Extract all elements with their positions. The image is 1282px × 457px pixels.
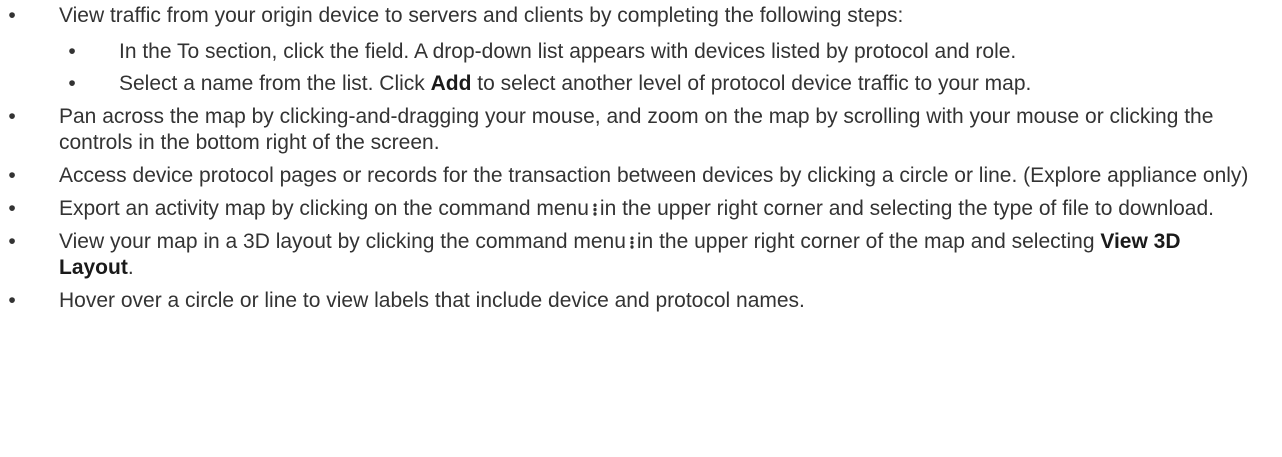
list-item-text: View traffic from your origin device to … bbox=[59, 4, 904, 27]
bullet-icon: • bbox=[68, 72, 76, 95]
bullet-icon: • bbox=[8, 289, 16, 312]
add-label: Add bbox=[430, 72, 472, 95]
list-item-text: View your map in a 3D layout by clicking… bbox=[59, 230, 626, 253]
bullet-icon: • bbox=[8, 230, 16, 253]
bullet-icon: • bbox=[8, 105, 16, 128]
list-item: • Hover over a circle or line to view la… bbox=[8, 288, 1249, 314]
document: • View traffic from your origin device t… bbox=[0, 0, 1282, 457]
sub-list-item-text: In the To section, click the field. A dr… bbox=[119, 40, 1017, 63]
list-item-text: Access device protocol pages or records … bbox=[59, 164, 1249, 187]
bullet-icon: • bbox=[8, 4, 16, 27]
list-item-text: in the upper right corner and selecting … bbox=[599, 197, 1214, 220]
sub-list-item-text: Select a name from the list. Click bbox=[119, 72, 431, 95]
bullet-icon: • bbox=[8, 197, 16, 220]
list-item-text: . bbox=[127, 256, 134, 279]
bullet-icon: • bbox=[8, 164, 16, 187]
list-item: • Pan across the map by clicking-and-dra… bbox=[8, 104, 1249, 156]
sub-list-item: • In the To section, click the field. A … bbox=[68, 39, 1249, 65]
sub-list-item: • Select a name from the list. Click Add… bbox=[68, 71, 1249, 97]
list-item: • Access device protocol pages or record… bbox=[8, 163, 1249, 189]
command-menu-icon bbox=[629, 236, 634, 249]
list-item: • Export an activity map by clicking on … bbox=[8, 196, 1249, 222]
command-menu-icon bbox=[592, 203, 597, 216]
list-item-text: Hover over a circle or line to view labe… bbox=[59, 289, 805, 312]
bullet-list: • View traffic from your origin device t… bbox=[0, 3, 1249, 314]
list-item-text: Export an activity map by clicking on th… bbox=[59, 197, 589, 220]
bullet-icon: • bbox=[68, 40, 76, 63]
sub-bullet-list: • In the To section, click the field. A … bbox=[59, 39, 1249, 97]
sub-list-item-text: to select another level of protocol devi… bbox=[471, 72, 1032, 95]
list-item: • View your map in a 3D layout by clicki… bbox=[8, 229, 1249, 281]
list-item: • View traffic from your origin device t… bbox=[8, 3, 1249, 97]
list-item-text: in the upper right corner of the map and… bbox=[636, 230, 1101, 253]
list-item-text: Pan across the map by clicking-and-dragg… bbox=[59, 105, 1214, 154]
